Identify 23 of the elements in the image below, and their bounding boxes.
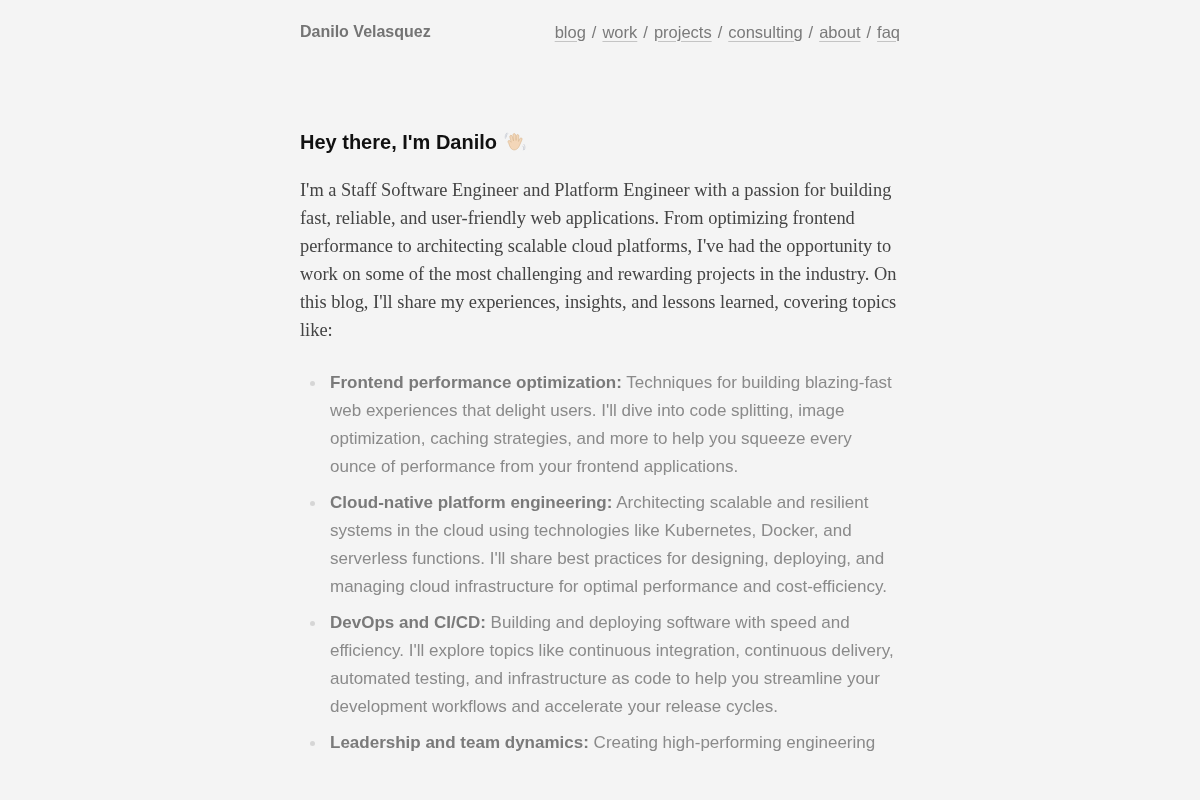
nav-link[interactable]: blog — [554, 22, 586, 42]
topic-text: Frontend performance optimization: Techniques for building blazing-fast web experiences that delight users. I'll dive into code splitting, image optimization, caching strategies, and more to help you squeeze every ounce of performance from your frontend applications. — [330, 372, 893, 478]
bullet-icon — [310, 621, 315, 626]
site-title: Danilo Velasquez — [300, 23, 431, 41]
nav-separator: / — [591, 22, 597, 42]
bullet-icon — [310, 501, 315, 506]
nav-link[interactable]: about — [819, 22, 861, 42]
bullet-icon — [310, 381, 315, 386]
nav-separator: / — [808, 22, 814, 42]
nav-separator: / — [866, 22, 872, 42]
nav-separator: / — [643, 22, 648, 42]
nav-link[interactable]: projects — [653, 22, 712, 42]
nav-separator: / — [717, 22, 723, 42]
page-heading: Hey there, I'm Danilo — [300, 130, 498, 155]
bullet-icon — [310, 741, 315, 746]
topic-text: Leadership and team dynamics: Creating high-performing engineering — [330, 732, 877, 754]
nav-link[interactable]: faq — [877, 22, 900, 42]
intro-paragraph: I'm a Staff Software Engineer and Platform Engineer with a passion for building fast, reliable, and user-friendly web applications. From optimizing frontend performance to architecting scalable cloud platforms, I've had the opportunity to work on some of the most challenging and rewarding projects in the industry. On this blog, I'll share my experiences, insights, and lessons learned, covering topics like: — [300, 179, 898, 342]
waving-hand-icon — [504, 131, 527, 153]
topic-text: Cloud-native platform engineering: Architecting scalable and resilient systems in the cloud using technologies like Kubernetes, Docker, and serverless functions. I'll share best practices for designing, deploying, and managing cloud infrastructure for optimal performance and cost-efficiency. — [330, 492, 888, 598]
topic-text: DevOps and CI/CD: Building and deploying software with speed and efficiency. I'll explore topics like continuous integration, continuous delivery, automated testing, and infrastructure as code to help you streamline your development workflows and accelerate your release cycles. — [330, 612, 895, 718]
nav-link[interactable]: work — [602, 22, 638, 42]
nav-link[interactable]: consulting — [728, 22, 803, 42]
